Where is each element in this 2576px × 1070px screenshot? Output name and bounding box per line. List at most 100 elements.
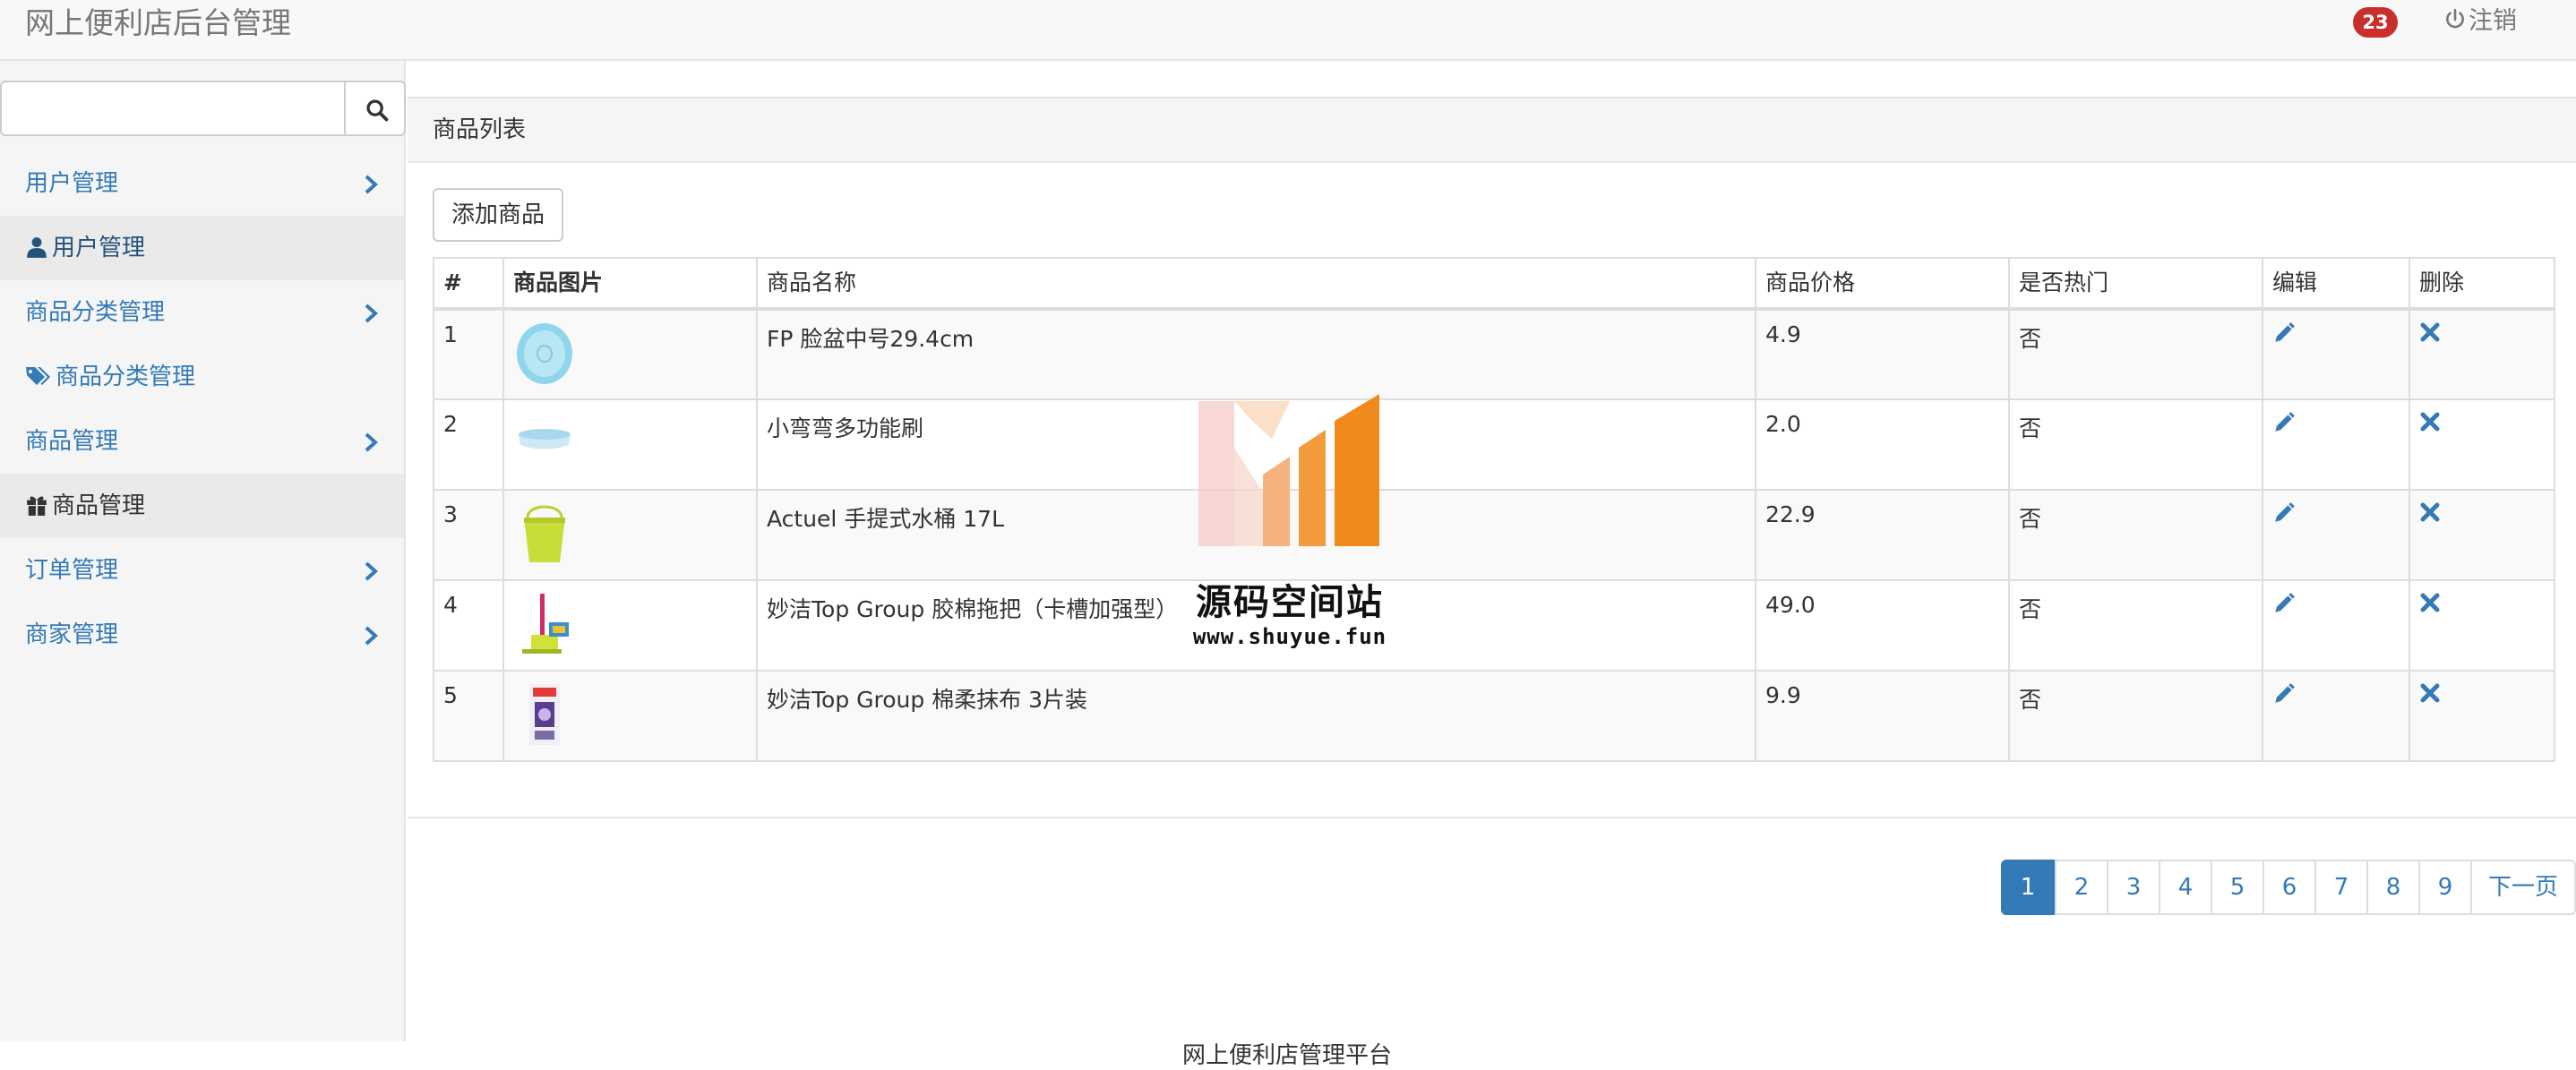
row-number: 3 xyxy=(433,489,504,581)
logout-label: 注销 xyxy=(2469,7,2517,35)
column-header: # xyxy=(433,257,504,311)
page-link-5[interactable]: 5 xyxy=(2211,860,2264,915)
edit-cell xyxy=(2262,670,2410,762)
sidebar-item-label: 商品管理 xyxy=(25,428,119,455)
sidebar-subitem-product-management[interactable]: 商品管理 xyxy=(0,474,404,538)
search-input[interactable] xyxy=(0,81,344,136)
sidebar-item-label: 商家管理 xyxy=(25,621,119,648)
table-row: 2 小弯弯多功能刷 2.0 否 xyxy=(433,398,2555,491)
page-link-3[interactable]: 3 xyxy=(2107,860,2160,915)
top-navbar: 网上便利店后台管理 23 注销 xyxy=(0,0,2576,61)
tags-icon xyxy=(26,367,50,385)
user-icon xyxy=(27,237,47,258)
chevron-right-icon xyxy=(365,626,378,646)
table-row: 4 妙洁Top Group 胶棉拖把（卡槽加强型） 49.0 否 xyxy=(433,579,2555,672)
sidebar-item-merchant-management[interactable]: 商家管理 xyxy=(0,603,404,667)
delete-x-icon[interactable] xyxy=(2419,321,2441,343)
column-header: 删除 xyxy=(2409,257,2555,311)
product-image-cell xyxy=(502,579,758,672)
edit-pencil-icon[interactable] xyxy=(2272,682,2296,706)
table-row: 1 FP 脸盆中号29.4cm 4.9 否 xyxy=(433,308,2555,400)
column-header: 商品价格 xyxy=(1755,257,2010,311)
panel-bottom-border xyxy=(408,817,2576,818)
column-header: 是否热门 xyxy=(2008,257,2263,311)
product-price: 4.9 xyxy=(1755,308,2010,400)
page-link-4[interactable]: 4 xyxy=(2159,860,2212,915)
search-icon xyxy=(366,99,389,122)
page-link-2[interactable]: 2 xyxy=(2055,860,2108,915)
edit-cell xyxy=(2262,579,2410,672)
product-name: 小弯弯多功能刷 xyxy=(756,398,1756,491)
watermark-title: 源码空间站 xyxy=(1196,582,1384,623)
page-link-6[interactable]: 6 xyxy=(2263,860,2316,915)
column-header: 编辑 xyxy=(2262,257,2410,311)
sidebar: 用户管理 用户管理 商品分类管理 商品分类管理 商品管理 商品管理 订单管理 商… xyxy=(0,61,406,1041)
chevron-right-icon xyxy=(365,561,378,581)
delete-x-icon[interactable] xyxy=(2419,411,2441,432)
product-name: Actuel 手提式水桶 17L xyxy=(756,489,1756,581)
delete-x-icon[interactable] xyxy=(2419,682,2441,704)
sidebar-item-label: 用户管理 xyxy=(25,170,119,197)
column-header: 商品名称 xyxy=(756,257,1756,311)
search-button[interactable] xyxy=(344,81,406,136)
delete-x-icon[interactable] xyxy=(2419,592,2441,613)
mop-thumbnail xyxy=(522,594,569,654)
panel-title: 商品列表 xyxy=(408,97,2576,163)
add-product-button[interactable]: 添加商品 xyxy=(433,188,563,242)
notification-badge[interactable]: 23 xyxy=(2353,7,2398,38)
chevron-right-icon xyxy=(365,304,378,323)
edit-pencil-icon[interactable] xyxy=(2272,321,2296,345)
brush-thumbnail xyxy=(519,429,571,449)
page-link-9[interactable]: 9 xyxy=(2418,860,2472,915)
bucket-thumbnail xyxy=(524,505,565,562)
delete-x-icon[interactable] xyxy=(2419,501,2441,523)
sidebar-subitem-user-management[interactable]: 用户管理 xyxy=(0,216,404,280)
chevron-right-icon xyxy=(365,175,378,194)
product-image-cell xyxy=(502,670,758,762)
row-number: 2 xyxy=(433,398,504,491)
edit-pencil-icon[interactable] xyxy=(2272,592,2296,615)
sidebar-search xyxy=(0,81,406,136)
footer-text: 网上便利店管理平台 xyxy=(1182,1042,1393,1069)
sidebar-item-label: 订单管理 xyxy=(25,557,119,584)
sidebar-item-label: 商品分类管理 xyxy=(56,364,196,390)
logout-button[interactable]: 注销 xyxy=(2443,4,2517,39)
sidebar-item-user-management[interactable]: 用户管理 xyxy=(0,151,404,216)
delete-cell xyxy=(2409,670,2555,762)
column-header: 商品图片 xyxy=(502,257,758,311)
product-hot: 否 xyxy=(2008,579,2263,672)
table-header-row: # 商品图片 商品名称 商品价格 是否热门 编辑 删除 xyxy=(433,257,2555,311)
delete-cell xyxy=(2409,579,2555,672)
delete-cell xyxy=(2409,489,2555,581)
sidebar-item-order-management[interactable]: 订单管理 xyxy=(0,538,404,603)
brand-title[interactable]: 网上便利店后台管理 xyxy=(25,4,291,43)
cloth-pack-thumbnail xyxy=(529,684,560,745)
sidebar-item-product-management[interactable]: 商品管理 xyxy=(0,409,404,474)
next-page-link[interactable]: 下一页 xyxy=(2470,860,2576,915)
edit-pencil-icon[interactable] xyxy=(2272,501,2296,525)
product-price: 22.9 xyxy=(1755,489,2010,581)
product-hot: 否 xyxy=(2008,308,2263,400)
sidebar-item-label: 用户管理 xyxy=(52,235,146,261)
sidebar-item-category-management[interactable]: 商品分类管理 xyxy=(0,280,404,345)
product-image-cell xyxy=(502,489,758,581)
table-row: 5 妙洁Top Group 棉柔抹布 3片装 9.9 否 xyxy=(433,670,2555,762)
sidebar-item-label: 商品管理 xyxy=(52,492,146,519)
edit-pencil-icon[interactable] xyxy=(2272,411,2296,434)
row-number: 4 xyxy=(433,579,504,672)
edit-cell xyxy=(2262,489,2410,581)
delete-cell xyxy=(2409,398,2555,491)
product-name: 妙洁Top Group 棉柔抹布 3片装 xyxy=(756,670,1756,762)
page-link-8[interactable]: 8 xyxy=(2366,860,2420,915)
page-link-7[interactable]: 7 xyxy=(2314,860,2368,915)
sidebar-item-label: 商品分类管理 xyxy=(25,299,166,326)
product-price: 9.9 xyxy=(1755,670,2010,762)
product-image-cell xyxy=(502,398,758,491)
delete-cell xyxy=(2409,308,2555,400)
product-table: # 商品图片 商品名称 商品价格 是否热门 编辑 删除 1 FP 脸盆中号29.… xyxy=(433,257,2555,762)
page-link-1[interactable]: 1 xyxy=(2001,860,2055,915)
gift-icon xyxy=(27,496,47,516)
table-row: 3 Actuel 手提式水桶 17L 22.9 否 xyxy=(433,489,2555,581)
basin-thumbnail xyxy=(517,323,572,384)
sidebar-subitem-category-management[interactable]: 商品分类管理 xyxy=(0,345,404,409)
